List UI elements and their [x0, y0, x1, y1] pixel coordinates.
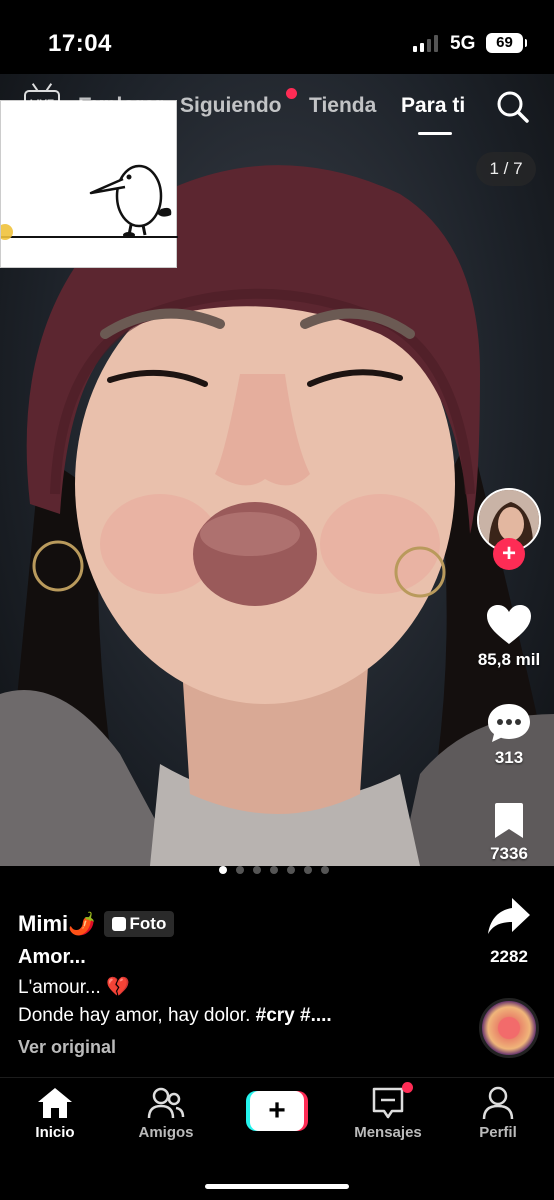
network-type: 5G [450, 33, 476, 54]
nav-label: Mensajes [354, 1124, 422, 1141]
music-disc[interactable] [479, 998, 539, 1058]
photo-pager [219, 866, 329, 874]
nav-perfil[interactable]: Perfil [448, 1086, 548, 1141]
photo-type-label: Foto [129, 914, 167, 933]
battery-icon: 69 [486, 33, 527, 53]
nav-inicio[interactable]: Inicio [5, 1086, 105, 1141]
pager-dot [219, 866, 227, 874]
pager-dot [287, 866, 295, 874]
nav-amigos[interactable]: Amigos [116, 1086, 216, 1141]
active-tab-indicator [418, 132, 452, 135]
tab-para-ti[interactable]: Para ti [401, 94, 465, 118]
heart-icon [487, 605, 531, 644]
comment-count: 313 [494, 748, 524, 767]
bookmark-icon [495, 803, 523, 838]
caption-text: Donde hay amor, hay dolor. [18, 1005, 256, 1026]
tab-siguiendo[interactable]: Siguiendo [180, 94, 282, 118]
pager-dot [270, 866, 278, 874]
photo-icon [111, 917, 126, 931]
bottom-nav: Inicio Amigos + Mensajes Perfil [0, 1077, 554, 1200]
follow-button[interactable]: + [493, 538, 525, 570]
caption-hashtag-line[interactable]: Donde hay amor, hay dolor. #cry #.... [18, 1005, 458, 1027]
profile-icon [482, 1086, 514, 1120]
pager-dot [304, 866, 312, 874]
friends-icon [147, 1087, 185, 1119]
nav-label: Inicio [35, 1124, 75, 1141]
status-time: 17:04 [48, 30, 112, 57]
plus-icon: + [250, 1091, 304, 1131]
nav-mensajes[interactable]: Mensajes [338, 1086, 438, 1141]
top-nav: LIVE Explorar Siguiendo Tienda Para ti [0, 84, 554, 135]
comment-button[interactable]: 313 [470, 702, 548, 768]
share-count: 2282 [490, 947, 528, 966]
status-bar: 17:04 5G 69 [0, 0, 554, 74]
share-arrow-icon [488, 898, 530, 934]
home-indicator[interactable] [205, 1184, 349, 1189]
inbox-icon [372, 1087, 404, 1119]
pager-dot [236, 866, 244, 874]
post-caption: Mimi🌶️ Foto Amor... L'amour... 💔 Donde h… [18, 908, 458, 1058]
photo-type-badge: Foto [103, 911, 175, 937]
save-count: 7336 [490, 844, 528, 863]
tab-explorar[interactable]: Explorar [78, 94, 163, 118]
like-count: 85,8 mil [477, 650, 541, 669]
caption-hashtags[interactable]: #cry #.... [256, 1005, 332, 1026]
search-icon[interactable] [496, 90, 530, 124]
see-original-link[interactable]: Ver original [18, 1037, 458, 1058]
caption-line: L'amour... 💔 [18, 977, 130, 998]
photo-counter: 1 / 7 [476, 152, 536, 186]
nav-label: Amigos [138, 1124, 194, 1141]
save-button[interactable]: 7336 [470, 802, 548, 864]
cellular-signal-icon [413, 35, 438, 52]
pager-dot [253, 866, 261, 874]
like-button[interactable]: 85,8 mil [470, 604, 548, 670]
messages-notification-dot [402, 1082, 413, 1093]
home-icon [38, 1088, 72, 1118]
nav-label: Perfil [479, 1124, 517, 1141]
create-button[interactable]: + [246, 1091, 308, 1131]
live-icon[interactable]: LIVE [24, 90, 60, 120]
tab-tienda[interactable]: Tienda [309, 94, 376, 118]
pager-dot [321, 866, 329, 874]
comment-icon [488, 704, 530, 742]
following-notification-dot [286, 88, 297, 99]
post-title: Amor... [18, 946, 86, 968]
author-name[interactable]: Mimi🌶️ [18, 911, 96, 937]
share-button[interactable]: 2282 [470, 896, 548, 967]
